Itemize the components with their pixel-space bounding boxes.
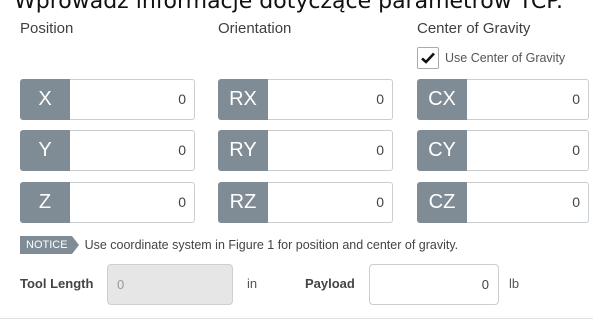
x-input[interactable]: 0 [70,79,195,120]
tool-length-unit: in [247,276,258,291]
rz-field[interactable]: RZ 0 [218,182,393,223]
use-cog-label: Use Center of Gravity [445,51,566,65]
orientation-heading: Orientation [218,20,292,37]
payload-unit: lb [509,276,520,291]
y-field[interactable]: Y 0 [20,130,195,171]
notice-arrow-icon [71,236,79,254]
rx-input[interactable]: 0 [268,79,393,120]
cy-tag: CY [417,130,467,171]
cz-tag: CZ [417,182,467,223]
x-tag: X [20,79,70,120]
ry-input[interactable]: 0 [268,130,393,171]
use-cog-checkbox[interactable] [417,47,439,69]
cx-field[interactable]: CX 0 [417,79,589,120]
rz-tag: RZ [218,182,268,223]
z-input[interactable]: 0 [70,182,195,223]
payload-input[interactable]: 0 [369,264,499,305]
y-input[interactable]: 0 [70,130,195,171]
ry-field[interactable]: RY 0 [218,130,393,171]
notice-badge: NOTICE [20,236,72,254]
checkmark-icon [421,52,435,64]
rz-input[interactable]: 0 [268,182,393,223]
x-field[interactable]: X 0 [20,79,195,120]
cx-input[interactable]: 0 [467,79,589,120]
cz-field[interactable]: CZ 0 [417,182,589,223]
payload-label: Payload [305,276,355,291]
rx-field[interactable]: RX 0 [218,79,393,120]
use-cog-checkbox-row[interactable]: Use Center of Gravity [417,46,565,70]
cy-field[interactable]: CY 0 [417,130,589,171]
rx-tag: RX [218,79,268,120]
bottom-divider [0,318,593,319]
y-tag: Y [20,130,70,171]
tool-length-input: 0 [107,264,233,305]
notice-text: Use coordinate system in Figure 1 for po… [84,238,459,252]
notice-row: NOTICE Use coordinate system in Figure 1… [20,235,458,255]
z-tag: Z [20,182,70,223]
cy-input[interactable]: 0 [467,130,589,171]
z-field[interactable]: Z 0 [20,182,195,223]
position-heading: Position [20,20,74,37]
cz-input[interactable]: 0 [467,182,589,223]
tool-length-label: Tool Length [20,276,94,291]
ry-tag: RY [218,130,268,171]
center-of-gravity-heading: Center of Gravity [417,20,531,37]
cx-tag: CX [417,79,467,120]
tcp-settings-panel: Position Orientation Center of Gravity U… [0,0,593,322]
